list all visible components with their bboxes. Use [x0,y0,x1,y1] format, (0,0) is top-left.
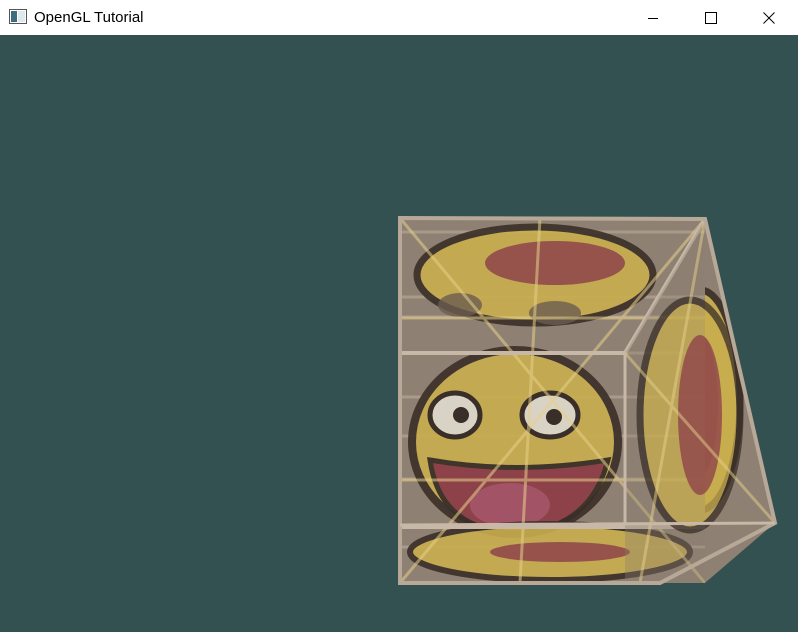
app-window-icon [9,9,27,25]
title-bar[interactable]: OpenGL Tutorial [0,0,798,35]
close-button[interactable] [740,0,798,35]
maximize-icon [705,11,717,24]
minimize-icon [648,17,658,19]
close-icon [763,11,775,24]
maximize-button[interactable] [682,0,740,35]
app-window: OpenGL Tutorial [0,0,798,632]
window-title: OpenGL Tutorial [34,9,144,26]
opengl-viewport[interactable] [0,35,798,632]
render-canvas [0,35,798,632]
textured-cube [398,215,778,585]
minimize-button[interactable] [624,0,682,35]
